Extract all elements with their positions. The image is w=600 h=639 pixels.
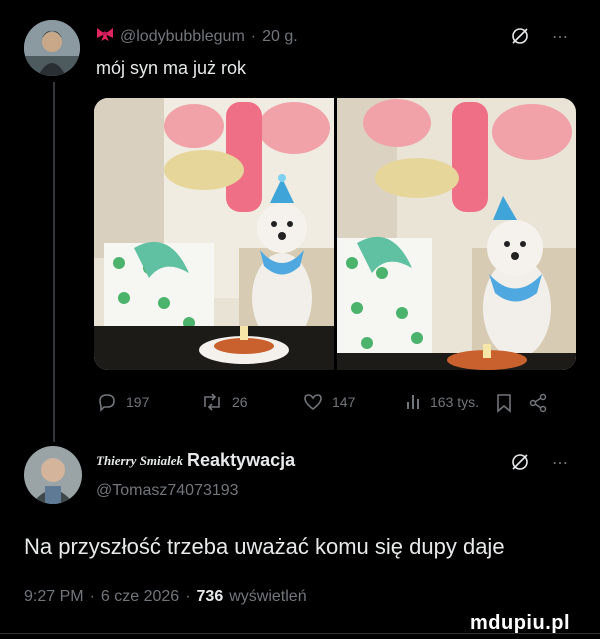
share-icon[interactable] bbox=[528, 393, 548, 418]
reply-count: 197 bbox=[126, 394, 150, 410]
display-name[interactable]: Thierry Smialek bbox=[96, 453, 183, 469]
post-text: mój syn ma już rok bbox=[96, 58, 247, 78]
thread-line bbox=[53, 82, 55, 442]
post-handle[interactable]: @lodybubblegum bbox=[120, 28, 245, 46]
separator-dot: · bbox=[185, 588, 191, 605]
reply-icon bbox=[99, 394, 115, 412]
grok-icon[interactable] bbox=[510, 26, 530, 51]
like-count: 147 bbox=[332, 394, 356, 410]
avatar[interactable] bbox=[24, 20, 80, 76]
avatar[interactable] bbox=[24, 446, 82, 504]
repost-count: 26 bbox=[232, 394, 248, 410]
photo-right bbox=[337, 98, 576, 370]
watermark: mdupiu.pl bbox=[470, 612, 571, 634]
bookmark-icon[interactable] bbox=[495, 393, 513, 418]
separator-dot: · bbox=[250, 27, 257, 45]
reply-button[interactable]: 197 bbox=[96, 392, 149, 412]
post-handle[interactable]: @Tomasz74073193 bbox=[96, 482, 239, 500]
views-icon bbox=[407, 395, 419, 409]
repost-button[interactable]: 26 bbox=[200, 392, 248, 412]
post-meta: 9:27 PM · 6 cze 2026 · 736 wyświetleń bbox=[24, 588, 307, 606]
views-button[interactable]: 163 tys. bbox=[404, 392, 479, 412]
post-time[interactable]: 9:27 PM bbox=[24, 588, 84, 606]
display-name-title[interactable]: Reaktywacja bbox=[187, 450, 295, 471]
like-button[interactable]: 147 bbox=[302, 392, 355, 412]
views-label: wyświetleń bbox=[229, 588, 307, 605]
views-count: 736 bbox=[196, 588, 224, 605]
more-icon[interactable]: ⋯ bbox=[552, 453, 568, 473]
grok-icon[interactable] bbox=[510, 452, 530, 477]
views-count: 163 tys. bbox=[430, 394, 480, 410]
media-grid[interactable] bbox=[94, 98, 576, 370]
post-date[interactable]: 6 cze 2026 bbox=[101, 588, 179, 606]
photo-left bbox=[94, 98, 334, 370]
post-text: Na przyszłość trzeba uważać komu się dup… bbox=[24, 534, 505, 559]
post-time[interactable]: 20 g. bbox=[262, 28, 298, 46]
bow-icon bbox=[96, 27, 114, 46]
like-icon bbox=[304, 394, 322, 411]
separator-dot: · bbox=[89, 588, 95, 605]
repost-icon bbox=[204, 393, 220, 411]
more-icon[interactable]: ⋯ bbox=[552, 27, 568, 47]
